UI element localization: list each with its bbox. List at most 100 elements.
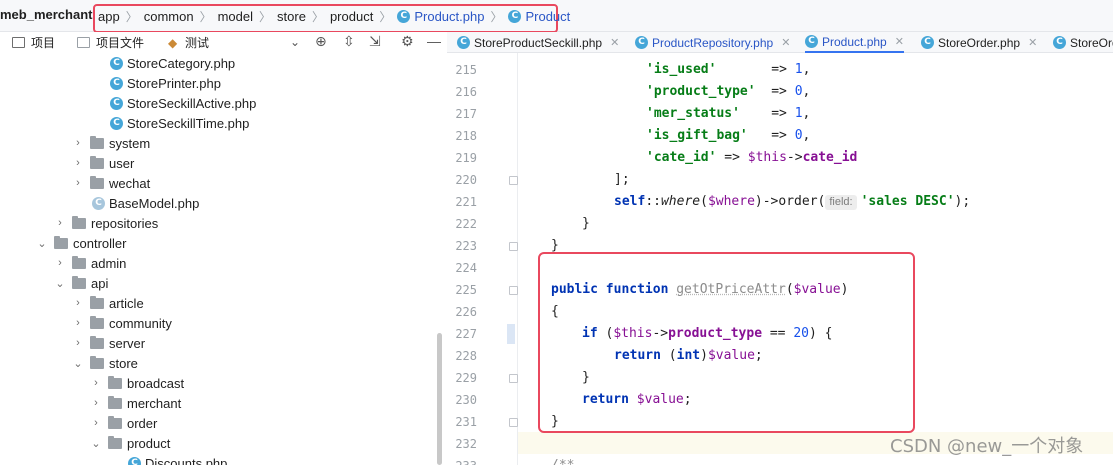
breadcrumb-item-store[interactable]: store 〉 [277,8,330,25]
breadcrumb-label: common [143,8,194,24]
project-tree-scrollbar[interactable] [437,333,442,465]
tree-item-broadcast[interactable]: › broadcast [90,373,184,393]
php-class-icon: C [457,36,470,49]
line-number: 220 [455,173,477,187]
tree-item-community[interactable]: › community [72,313,172,333]
chevron-down-icon[interactable]: ⌄ [36,237,48,250]
chevron-right-icon[interactable]: › [54,257,66,269]
tree-item-label: wechat [109,175,151,191]
tab-storeorder[interactable]: C StoreOrder.php ✕ [921,32,1037,53]
gear-icon[interactable]: ⚙ [401,33,414,50]
close-icon[interactable]: ✕ [895,35,904,48]
tree-item-storecategory[interactable]: C StoreCategory.php [110,53,235,73]
php-class-icon: C [508,9,522,23]
tree-item-merchant[interactable]: › merchant [90,393,181,413]
breadcrumb-item-model[interactable]: model 〉 [218,8,277,25]
code-punct: , [802,106,811,121]
tree-item-api[interactable]: ⌄ api [54,273,108,293]
tree-item-discounts[interactable]: C Discounts.php [128,453,227,465]
indent-guide [517,53,518,465]
tree-item-admin[interactable]: › admin [54,253,126,273]
tab-storeord[interactable]: C StoreOrd [1053,32,1113,53]
code-operator: => [716,62,795,77]
tree-item-store[interactable]: ⌄ store [72,353,138,373]
chevron-down-icon[interactable]: ⌄ [290,35,300,49]
tests-view-button[interactable]: ◆ 测试 [168,32,209,53]
tree-item-storeseckillactive[interactable]: C StoreSeckillActive.php [110,93,256,113]
code-method: where [660,194,701,209]
tree-item-server[interactable]: › server [72,333,145,353]
minimize-icon[interactable]: — [427,33,441,49]
chevron-right-icon[interactable]: › [90,397,102,409]
tree-item-label: community [109,315,172,331]
tree-item-user[interactable]: › user [72,153,134,173]
folder-icon [90,355,104,369]
line-number: 219 [455,151,477,165]
tree-item-storeprinter[interactable]: C StorePrinter.php [110,73,221,93]
folder-icon [90,295,104,309]
chevron-right-icon[interactable]: › [90,417,102,429]
tree-item-wechat[interactable]: › wechat [72,173,150,193]
collapse-all-icon[interactable]: ⇲ [369,33,381,50]
code-highlight-box [538,252,915,433]
breadcrumb-item-class[interactable]: C Product [508,9,570,24]
chevron-right-icon[interactable]: › [90,377,102,389]
chevron-right-icon: 〉 [199,9,212,24]
project-view-button[interactable]: 项目 [12,32,55,53]
tab-productrepository[interactable]: C ProductRepository.php ✕ [635,32,790,53]
fold-marker[interactable] [509,242,518,251]
tree-item-order[interactable]: › order [90,413,157,433]
code-punct: , [802,62,811,77]
tree-item-storeseckilltime[interactable]: C StoreSeckillTime.php [110,113,249,133]
code-string: 'sales DESC' [860,194,955,209]
breadcrumb-label: product [329,8,374,24]
tree-item-repositories[interactable]: › repositories [54,213,158,233]
tab-storeproductseckill[interactable]: C StoreProductSeckill.php ✕ [457,32,619,53]
tree-item-article[interactable]: › article [72,293,144,313]
chevron-down-icon[interactable]: ⌄ [54,277,66,290]
tree-item-system[interactable]: › system [72,133,150,153]
breadcrumb-item-app[interactable]: app 〉 [98,8,144,25]
tree-item-basemodel[interactable]: C BaseModel.php [92,193,199,213]
tab-product[interactable]: C Product.php ✕ [805,32,904,53]
line-number: 215 [455,63,477,77]
tree-item-label: BaseModel.php [109,195,200,211]
close-icon[interactable]: ✕ [781,36,790,49]
breadcrumb-item-file[interactable]: C Product.php 〉 [397,8,508,25]
chevron-right-icon[interactable]: › [72,337,84,349]
chevron-right-icon[interactable]: › [54,217,66,229]
line-number: 230 [455,393,477,407]
breadcrumb-item-common[interactable]: common 〉 [144,8,218,25]
fold-marker[interactable] [509,374,518,383]
folder-icon [72,275,86,289]
tree-item-label: StoreSeckillActive.php [127,95,257,111]
fold-marker[interactable] [509,286,518,295]
chevron-right-icon[interactable]: › [72,137,84,149]
code-line-217: 'mer_status' => 1, [646,103,810,125]
chevron-right-icon[interactable]: › [72,297,84,309]
folder-icon [77,37,91,48]
chevron-down-icon[interactable]: ⌄ [90,437,102,450]
chevron-down-icon[interactable]: ⌄ [72,357,84,370]
chevron-right-icon[interactable]: › [72,317,84,329]
breadcrumb-item-product[interactable]: product 〉 [330,8,397,25]
chevron-right-icon[interactable]: › [72,177,84,189]
breadcrumb-label: Product.php [414,8,485,24]
close-icon[interactable]: ✕ [610,36,619,49]
fold-marker[interactable] [509,176,518,185]
tree-item-label: store [109,355,138,371]
project-name[interactable]: meb_merchant [0,7,92,22]
chevron-right-icon[interactable]: › [72,157,84,169]
project-icon [12,37,25,48]
tree-item-product[interactable]: ⌄ product [90,433,170,453]
expand-all-icon[interactable]: ⇳ [343,33,355,50]
project-files-button[interactable]: 项目文件 [77,32,144,53]
line-number: 224 [455,261,477,275]
close-icon[interactable]: ✕ [1028,36,1037,49]
php-class-icon: C [805,35,818,48]
folder-icon [108,395,122,409]
tree-item-controller[interactable]: ⌄ controller [36,233,126,253]
fold-marker[interactable] [509,418,518,427]
locate-icon[interactable]: ⊕ [315,33,327,50]
line-number: 225 [455,283,477,297]
